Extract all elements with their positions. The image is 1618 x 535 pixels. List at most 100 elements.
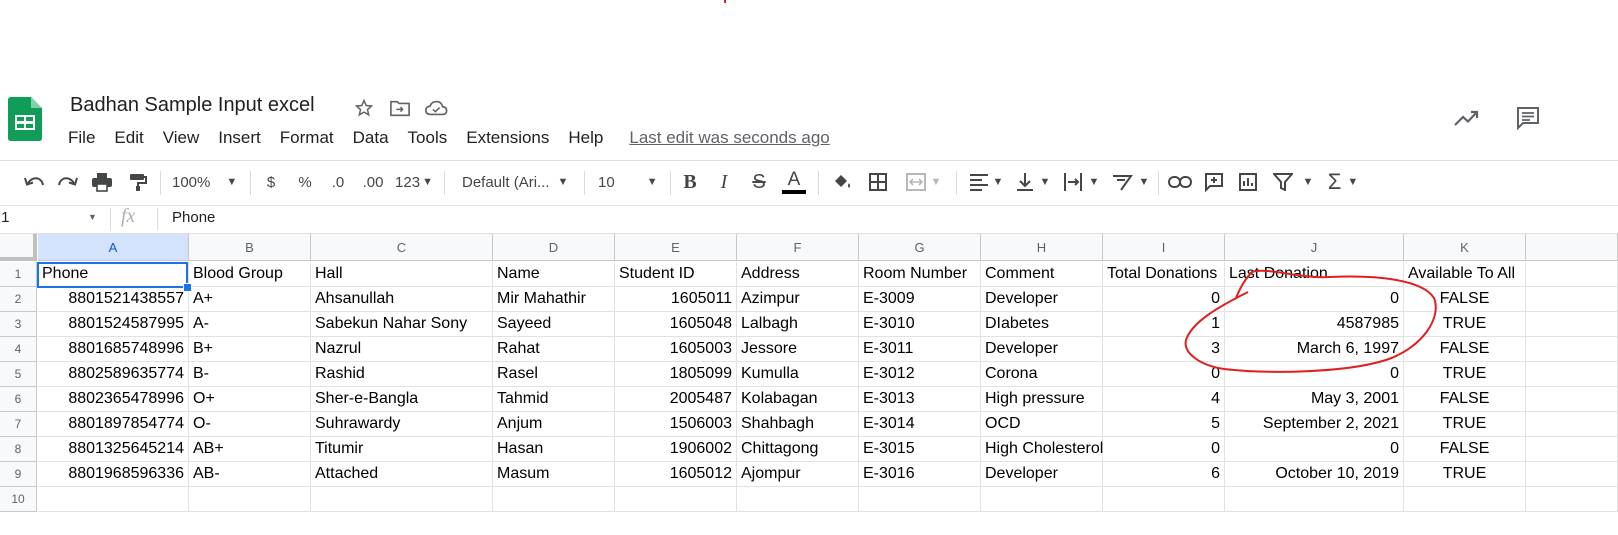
font-size-select[interactable]: 10 ▼: [598, 169, 662, 195]
table-cell[interactable]: [1526, 487, 1618, 512]
table-cell[interactable]: FALSE: [1404, 287, 1526, 312]
explore-icon[interactable]: [1451, 104, 1483, 132]
row-header[interactable]: 6: [0, 387, 37, 412]
table-cell[interactable]: [1225, 487, 1404, 512]
strikethrough-icon[interactable]: S: [748, 169, 770, 195]
table-cell[interactable]: Anjum: [493, 412, 615, 437]
table-cell[interactable]: 0: [1225, 287, 1404, 312]
table-cell[interactable]: [615, 487, 737, 512]
table-cell[interactable]: [1404, 487, 1526, 512]
table-cell[interactable]: E-3013: [859, 387, 981, 412]
row-header[interactable]: 7: [0, 412, 37, 437]
menu-insert[interactable]: Insert: [218, 128, 261, 148]
table-cell[interactable]: Kumulla: [737, 362, 859, 387]
table-cell[interactable]: TRUE: [1404, 362, 1526, 387]
table-cell[interactable]: [1526, 287, 1618, 312]
increase-decimal-button[interactable]: .00: [358, 169, 388, 195]
table-cell[interactable]: 1805099: [615, 362, 737, 387]
table-cell[interactable]: 8801968596336: [38, 462, 189, 487]
table-cell[interactable]: E-3011: [859, 337, 981, 362]
fill-handle[interactable]: [183, 283, 192, 292]
table-cell[interactable]: 8802365478996: [38, 387, 189, 412]
sheets-logo-icon[interactable]: [8, 97, 42, 141]
header-cell[interactable]: Name: [493, 262, 615, 287]
chart-icon[interactable]: [1236, 169, 1260, 195]
header-cell[interactable]: Last Donation: [1225, 262, 1404, 287]
table-cell[interactable]: 1: [1103, 312, 1225, 337]
table-cell[interactable]: Nazrul: [311, 337, 493, 362]
zoom-select[interactable]: 100% ▼: [172, 169, 244, 195]
table-cell[interactable]: [1526, 312, 1618, 337]
functions-icon[interactable]: Σ ▼: [1324, 169, 1362, 195]
table-cell[interactable]: FALSE: [1404, 387, 1526, 412]
redo-icon[interactable]: [56, 169, 80, 195]
menu-format[interactable]: Format: [280, 128, 334, 148]
row-header[interactable]: 8: [0, 437, 37, 462]
select-all-corner[interactable]: [0, 234, 37, 261]
table-cell[interactable]: Jessore: [737, 337, 859, 362]
header-cell[interactable]: Student ID: [615, 262, 737, 287]
table-cell[interactable]: [493, 487, 615, 512]
menu-edit[interactable]: Edit: [114, 128, 143, 148]
table-cell[interactable]: 3: [1103, 337, 1225, 362]
row-header[interactable]: 9: [0, 462, 37, 487]
table-cell[interactable]: Lalbagh: [737, 312, 859, 337]
more-formats-button[interactable]: 123 ▼: [394, 169, 434, 195]
header-cell[interactable]: Total Donations: [1103, 262, 1225, 287]
table-cell[interactable]: O-: [189, 412, 311, 437]
column-header-e[interactable]: E: [615, 234, 737, 261]
font-family-select[interactable]: Default (Ari... ▼: [462, 169, 570, 195]
table-cell[interactable]: [737, 487, 859, 512]
column-header-a[interactable]: A: [38, 234, 189, 261]
merge-icon[interactable]: ▼: [902, 169, 944, 195]
valign-icon[interactable]: ▼: [1014, 169, 1052, 195]
column-header-g[interactable]: G: [859, 234, 981, 261]
table-cell[interactable]: Hasan: [493, 437, 615, 462]
table-cell[interactable]: Kolabagan: [737, 387, 859, 412]
column-header-d[interactable]: D: [493, 234, 615, 261]
table-cell[interactable]: DIabetes: [981, 312, 1103, 337]
table-cell[interactable]: E-3016: [859, 462, 981, 487]
table-cell[interactable]: [1526, 362, 1618, 387]
menu-file[interactable]: File: [68, 128, 95, 148]
column-header-j[interactable]: J: [1225, 234, 1404, 261]
table-cell[interactable]: 0: [1103, 362, 1225, 387]
wrap-icon[interactable]: ▼: [1062, 169, 1100, 195]
formula-input[interactable]: Phone: [172, 209, 1572, 229]
table-cell[interactable]: Corona: [981, 362, 1103, 387]
table-cell[interactable]: 1605012: [615, 462, 737, 487]
table-cell[interactable]: [1526, 462, 1618, 487]
table-cell[interactable]: Chittagong: [737, 437, 859, 462]
column-header-c[interactable]: C: [311, 234, 493, 261]
table-cell[interactable]: A+: [189, 287, 311, 312]
table-cell[interactable]: 8801897854774: [38, 412, 189, 437]
header-cell[interactable]: Comment: [981, 262, 1103, 287]
table-cell[interactable]: E-3015: [859, 437, 981, 462]
row-header[interactable]: 2: [0, 287, 37, 312]
table-cell[interactable]: E-3009: [859, 287, 981, 312]
table-cell[interactable]: [1526, 412, 1618, 437]
table-cell[interactable]: Rahat: [493, 337, 615, 362]
table-cell[interactable]: FALSE: [1404, 337, 1526, 362]
table-cell[interactable]: 2005487: [615, 387, 737, 412]
table-cell[interactable]: B+: [189, 337, 311, 362]
header-cell[interactable]: Hall: [311, 262, 493, 287]
align-icon[interactable]: ▼: [968, 169, 1004, 195]
column-header-f[interactable]: F: [737, 234, 859, 261]
table-cell[interactable]: [981, 487, 1103, 512]
link-icon[interactable]: [1168, 169, 1192, 195]
table-cell[interactable]: 4587985: [1225, 312, 1404, 337]
table-cell[interactable]: 0: [1225, 437, 1404, 462]
table-cell[interactable]: Sabekun Nahar Sony: [311, 312, 493, 337]
table-cell[interactable]: E-3012: [859, 362, 981, 387]
table-cell[interactable]: Developer: [981, 337, 1103, 362]
table-cell[interactable]: 0: [1225, 362, 1404, 387]
table-cell[interactable]: [1526, 437, 1618, 462]
move-icon[interactable]: [388, 96, 412, 120]
table-cell[interactable]: Rasel: [493, 362, 615, 387]
row-header[interactable]: 1: [0, 262, 37, 287]
table-cell[interactable]: Masum: [493, 462, 615, 487]
last-edit-link[interactable]: Last edit was seconds ago: [629, 128, 829, 148]
table-cell[interactable]: Suhrawardy: [311, 412, 493, 437]
table-cell[interactable]: March 6, 1997: [1225, 337, 1404, 362]
